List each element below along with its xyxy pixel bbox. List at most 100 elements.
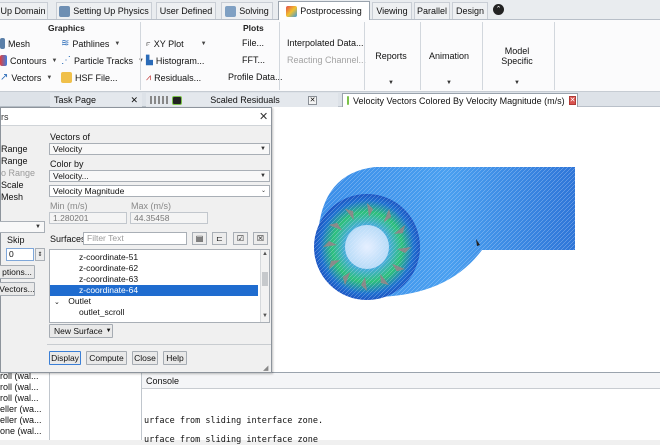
surfaces-list[interactable]: z-coordinate-51 z-coordinate-62 z-coordi… xyxy=(49,249,270,323)
select-surfaces-icon[interactable]: ☑ xyxy=(233,232,248,245)
file-button[interactable]: File... xyxy=(242,38,264,48)
dialog-title-bar[interactable]: rs ✕ xyxy=(1,108,271,126)
tab-viewing[interactable]: Viewing xyxy=(372,2,412,19)
panel-tab-strip: Task Page ✕ Scaled Residuals ✕ Velocity … xyxy=(0,92,660,107)
chevron-down-icon: ▼ xyxy=(260,173,266,179)
residuals-button[interactable]: ⩘ Residuals... xyxy=(146,72,201,83)
tree-item[interactable]: one (wal... xyxy=(0,426,42,436)
vector-options-button[interactable]: ptions... xyxy=(0,265,35,279)
pathlines-dropdown-icon[interactable]: ▼ xyxy=(114,41,120,47)
vectors-of-dropdown[interactable]: Velocity ▼ xyxy=(49,143,270,155)
surface-filter-input[interactable]: Filter Text xyxy=(83,232,187,245)
style-dropdown[interactable]: ▼ xyxy=(0,221,45,233)
tab-setting-up-physics[interactable]: Setting Up Physics xyxy=(56,2,152,19)
velocity-vector-plot[interactable] xyxy=(272,107,660,372)
vectors-of-label: Vectors of xyxy=(50,132,91,142)
contours-dropdown-icon[interactable]: ▼ xyxy=(52,58,58,64)
compute-button[interactable]: Compute xyxy=(86,351,127,365)
list-item-selected[interactable]: z-coordinate-64 xyxy=(50,285,258,296)
interpolated-data-button[interactable]: Interpolated Data... xyxy=(287,38,364,48)
fft-button[interactable]: FFT... xyxy=(242,55,265,65)
chevron-down-icon: ▼ xyxy=(35,224,41,230)
resize-grip-icon[interactable]: ◢ xyxy=(263,364,268,372)
divider xyxy=(140,22,141,90)
plots-group-title: Plots xyxy=(243,23,264,33)
stepper-icon[interactable]: ⇕ xyxy=(35,248,45,261)
select-all-surfaces-icon[interactable]: ▤ xyxy=(192,232,207,245)
xy-plot-dropdown-icon[interactable]: ▼ xyxy=(201,41,207,47)
console-panel[interactable]: Console urface from sliding interface zo… xyxy=(142,372,660,445)
tab-user-defined[interactable]: User Defined xyxy=(156,2,216,19)
deselect-surfaces-icon[interactable]: ☒ xyxy=(253,232,268,245)
color-by-dropdown[interactable]: Velocity... ▼ xyxy=(49,170,270,182)
histogram-button[interactable]: ▙ Histogram... xyxy=(146,55,204,66)
close-icon[interactable]: ✕ xyxy=(568,96,577,105)
postprocessing-icon xyxy=(286,5,298,17)
divider xyxy=(482,22,483,90)
scrollbar[interactable]: ▲ ▼ xyxy=(260,250,269,322)
help-button[interactable]: Help xyxy=(163,351,187,365)
chevron-down-icon: ▼ xyxy=(260,146,266,152)
chevron-down-icon[interactable]: ▼ xyxy=(262,313,268,319)
skip-input[interactable]: 0 xyxy=(6,248,34,261)
tree-item[interactable]: roll (wal... xyxy=(0,393,39,403)
tab-setting-up-domain[interactable]: Up Domain xyxy=(0,2,48,19)
tab-parallel[interactable]: Parallel xyxy=(414,2,450,19)
tab-design[interactable]: Design xyxy=(452,2,488,19)
animation-button[interactable]: Animation ▼ xyxy=(422,22,476,90)
tab-postprocessing[interactable]: Postprocessing xyxy=(278,1,370,20)
xy-plot-button[interactable]: ⟔ XY Plot ▼ xyxy=(146,38,207,49)
option-label: Range xyxy=(1,156,28,166)
ribbon: Graphics Mesh Contours ▼ ↗ Vectors ▼ ≋ Pat… xyxy=(0,20,660,92)
max-label: Max (m/s) xyxy=(131,201,171,211)
scaled-residuals-tab[interactable]: Scaled Residuals ✕ xyxy=(146,93,338,107)
tree-item[interactable]: eller (wa... xyxy=(0,415,42,425)
scrollbar-thumb[interactable] xyxy=(262,272,268,286)
mesh-icon xyxy=(0,38,5,49)
animation-dropdown-icon: ▼ xyxy=(446,80,452,86)
dialog-title: rs xyxy=(1,112,9,122)
vectors-button[interactable]: ↗ Vectors ▼ xyxy=(0,72,52,83)
collapse-ribbon-icon[interactable]: ⌃ xyxy=(493,4,504,15)
console-title: Console xyxy=(146,376,180,386)
contours-button[interactable]: Contours ▼ xyxy=(0,55,57,66)
list-item[interactable]: z-coordinate-62 xyxy=(50,263,258,274)
display-button[interactable]: Display xyxy=(49,351,81,365)
vectors-dropdown-icon[interactable]: ▼ xyxy=(46,75,52,81)
velocity-vectors-tab[interactable]: Velocity Vectors Colored By Velocity Mag… xyxy=(342,93,578,107)
particle-tracks-button[interactable]: ⋰ Particle Tracks▼ xyxy=(61,55,144,66)
option-label: Mesh xyxy=(1,192,24,202)
chevron-up-icon[interactable]: ▲ xyxy=(262,251,268,257)
new-surface-button[interactable]: New Surface ▼ xyxy=(49,324,113,338)
surface-type-filter-icon[interactable]: ⊏ xyxy=(212,232,227,245)
model-specific-button[interactable]: Model Specific ▼ xyxy=(490,22,544,90)
graphics-viewport[interactable] xyxy=(272,107,660,372)
console-header: Console xyxy=(142,373,660,389)
contours-icon xyxy=(0,55,7,66)
max-field: 44.35458 xyxy=(130,212,208,224)
tree-item[interactable]: eller (wa... xyxy=(0,404,42,414)
skip-label: Skip xyxy=(7,235,25,245)
list-item[interactable]: z-coordinate-63 xyxy=(50,274,258,285)
close-icon[interactable]: ✕ xyxy=(130,95,138,106)
color-by-field-dropdown[interactable]: Velocity Magnitude ⌄ xyxy=(49,185,270,197)
tab-solving[interactable]: Solving xyxy=(221,2,273,19)
profile-data-button[interactable]: Profile Data... xyxy=(228,72,283,82)
close-button[interactable]: Close xyxy=(132,351,158,365)
mesh-button[interactable]: Mesh xyxy=(0,38,30,49)
folder-icon xyxy=(61,72,72,83)
xy-plot-icon: ⟔ xyxy=(146,38,151,49)
reports-button[interactable]: Reports ▼ xyxy=(366,22,416,90)
close-icon[interactable]: ✕ xyxy=(308,95,317,105)
pathlines-button[interactable]: ≋ Pathlines ▼ xyxy=(61,38,120,49)
hsf-file-button[interactable]: HSF File... xyxy=(61,72,118,83)
custom-vectors-button[interactable]: Vectors... xyxy=(0,282,35,296)
task-page-tab[interactable]: Task Page ✕ xyxy=(50,93,142,107)
close-icon[interactable]: ✕ xyxy=(259,110,268,123)
list-item[interactable]: outlet_scroll xyxy=(50,307,258,318)
tree-group[interactable]: ⌄ Outlet xyxy=(50,296,258,307)
color-by-label: Color by xyxy=(50,159,84,169)
tree-item[interactable]: roll (wal... xyxy=(0,382,39,392)
pathlines-icon: ≋ xyxy=(61,38,70,49)
list-item[interactable]: z-coordinate-51 xyxy=(50,252,258,263)
